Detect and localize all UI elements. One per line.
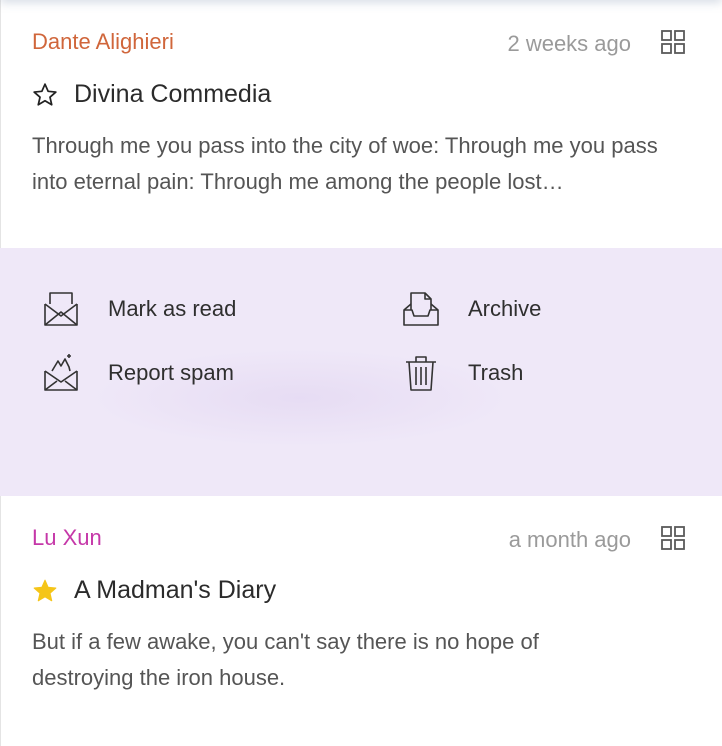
message-excerpt: Through me you pass into the city of woe… <box>32 133 658 194</box>
grid-icon[interactable] <box>661 526 685 550</box>
message-title: A Madman's Diary <box>74 576 277 604</box>
message-title-row: Divina Commedia <box>32 80 271 109</box>
message-card[interactable]: Lu Xun a month ago A Madman's Diary But … <box>0 496 722 746</box>
message-excerpt: But if a few awake, you can't say there … <box>32 629 539 690</box>
message-time: 2 weeks ago <box>507 31 631 56</box>
message-actions-panel: Mark as read Archive Report spam Trash <box>0 248 722 496</box>
archive-tray-icon <box>403 292 439 326</box>
star-outline-icon[interactable] <box>32 82 58 108</box>
mark-as-read-button[interactable]: Mark as read <box>42 290 236 328</box>
report-spam-label: Report spam <box>108 360 234 385</box>
message-card[interactable]: Dante Alighieri 2 weeks ago Divina Comme… <box>0 0 722 248</box>
spam-envelope-icon <box>44 354 78 391</box>
envelope-open-icon <box>44 292 78 326</box>
message-title: Divina Commedia <box>74 80 272 108</box>
trash-icon <box>406 356 436 391</box>
grid-icon[interactable] <box>661 30 685 54</box>
message-author: Lu Xun <box>32 525 102 550</box>
archive-button[interactable]: Archive <box>402 290 541 328</box>
report-spam-button[interactable]: Report spam <box>42 354 234 392</box>
star-filled-icon[interactable] <box>32 578 58 604</box>
trash-label: Trash <box>468 360 524 385</box>
mark-as-read-label: Mark as read <box>108 296 237 321</box>
trash-button[interactable]: Trash <box>402 354 523 392</box>
message-author: Dante Alighieri <box>32 29 174 54</box>
archive-label: Archive <box>468 296 542 321</box>
message-time: a month ago <box>508 527 631 552</box>
message-title-row: A Madman's Diary <box>32 576 276 605</box>
